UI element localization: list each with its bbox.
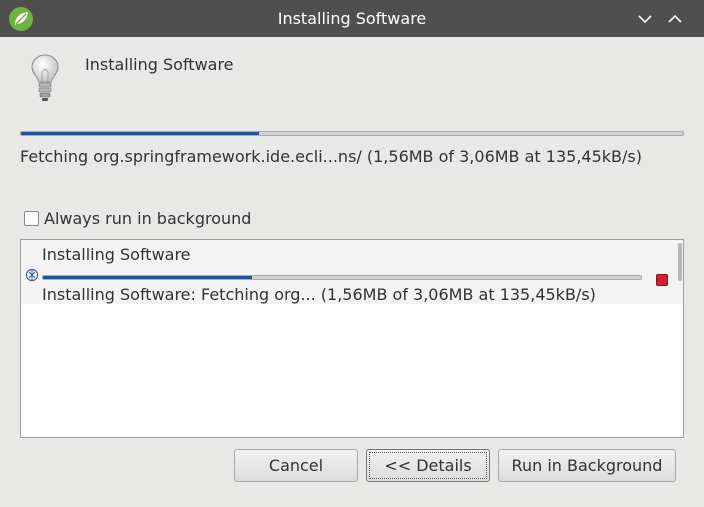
job-progress-bar [42,275,642,280]
window-titlebar[interactable]: Installing Software [0,0,704,37]
chevron-up-icon[interactable] [666,10,684,28]
download-status-text: Fetching org.springframework.ide.ecli...… [20,147,642,166]
header-title: Installing Software [85,55,234,74]
main-progress-fill [21,132,260,135]
chevron-down-icon[interactable] [636,10,654,28]
lightbulb-icon [31,54,59,101]
always-run-background-checkbox[interactable] [24,211,39,226]
job-progress-icon [25,268,39,282]
window-title: Installing Software [277,9,427,28]
run-in-background-button[interactable]: Run in Background [498,449,676,482]
cancel-button[interactable]: Cancel [234,449,358,482]
main-progress-bar [20,131,684,136]
job-progress-fill [43,276,253,279]
job-list[interactable]: Installing Software Installing Software:… [20,239,684,438]
scrollbar[interactable] [678,243,682,281]
stop-icon[interactable] [656,274,668,286]
list-item[interactable]: Installing Software Installing Software:… [21,240,683,304]
always-run-background-label[interactable]: Always run in background [44,209,251,228]
job-title: Installing Software [42,245,191,264]
details-button[interactable]: << Details [366,449,490,482]
job-status-text: Installing Software: Fetching org... (1,… [42,285,596,304]
